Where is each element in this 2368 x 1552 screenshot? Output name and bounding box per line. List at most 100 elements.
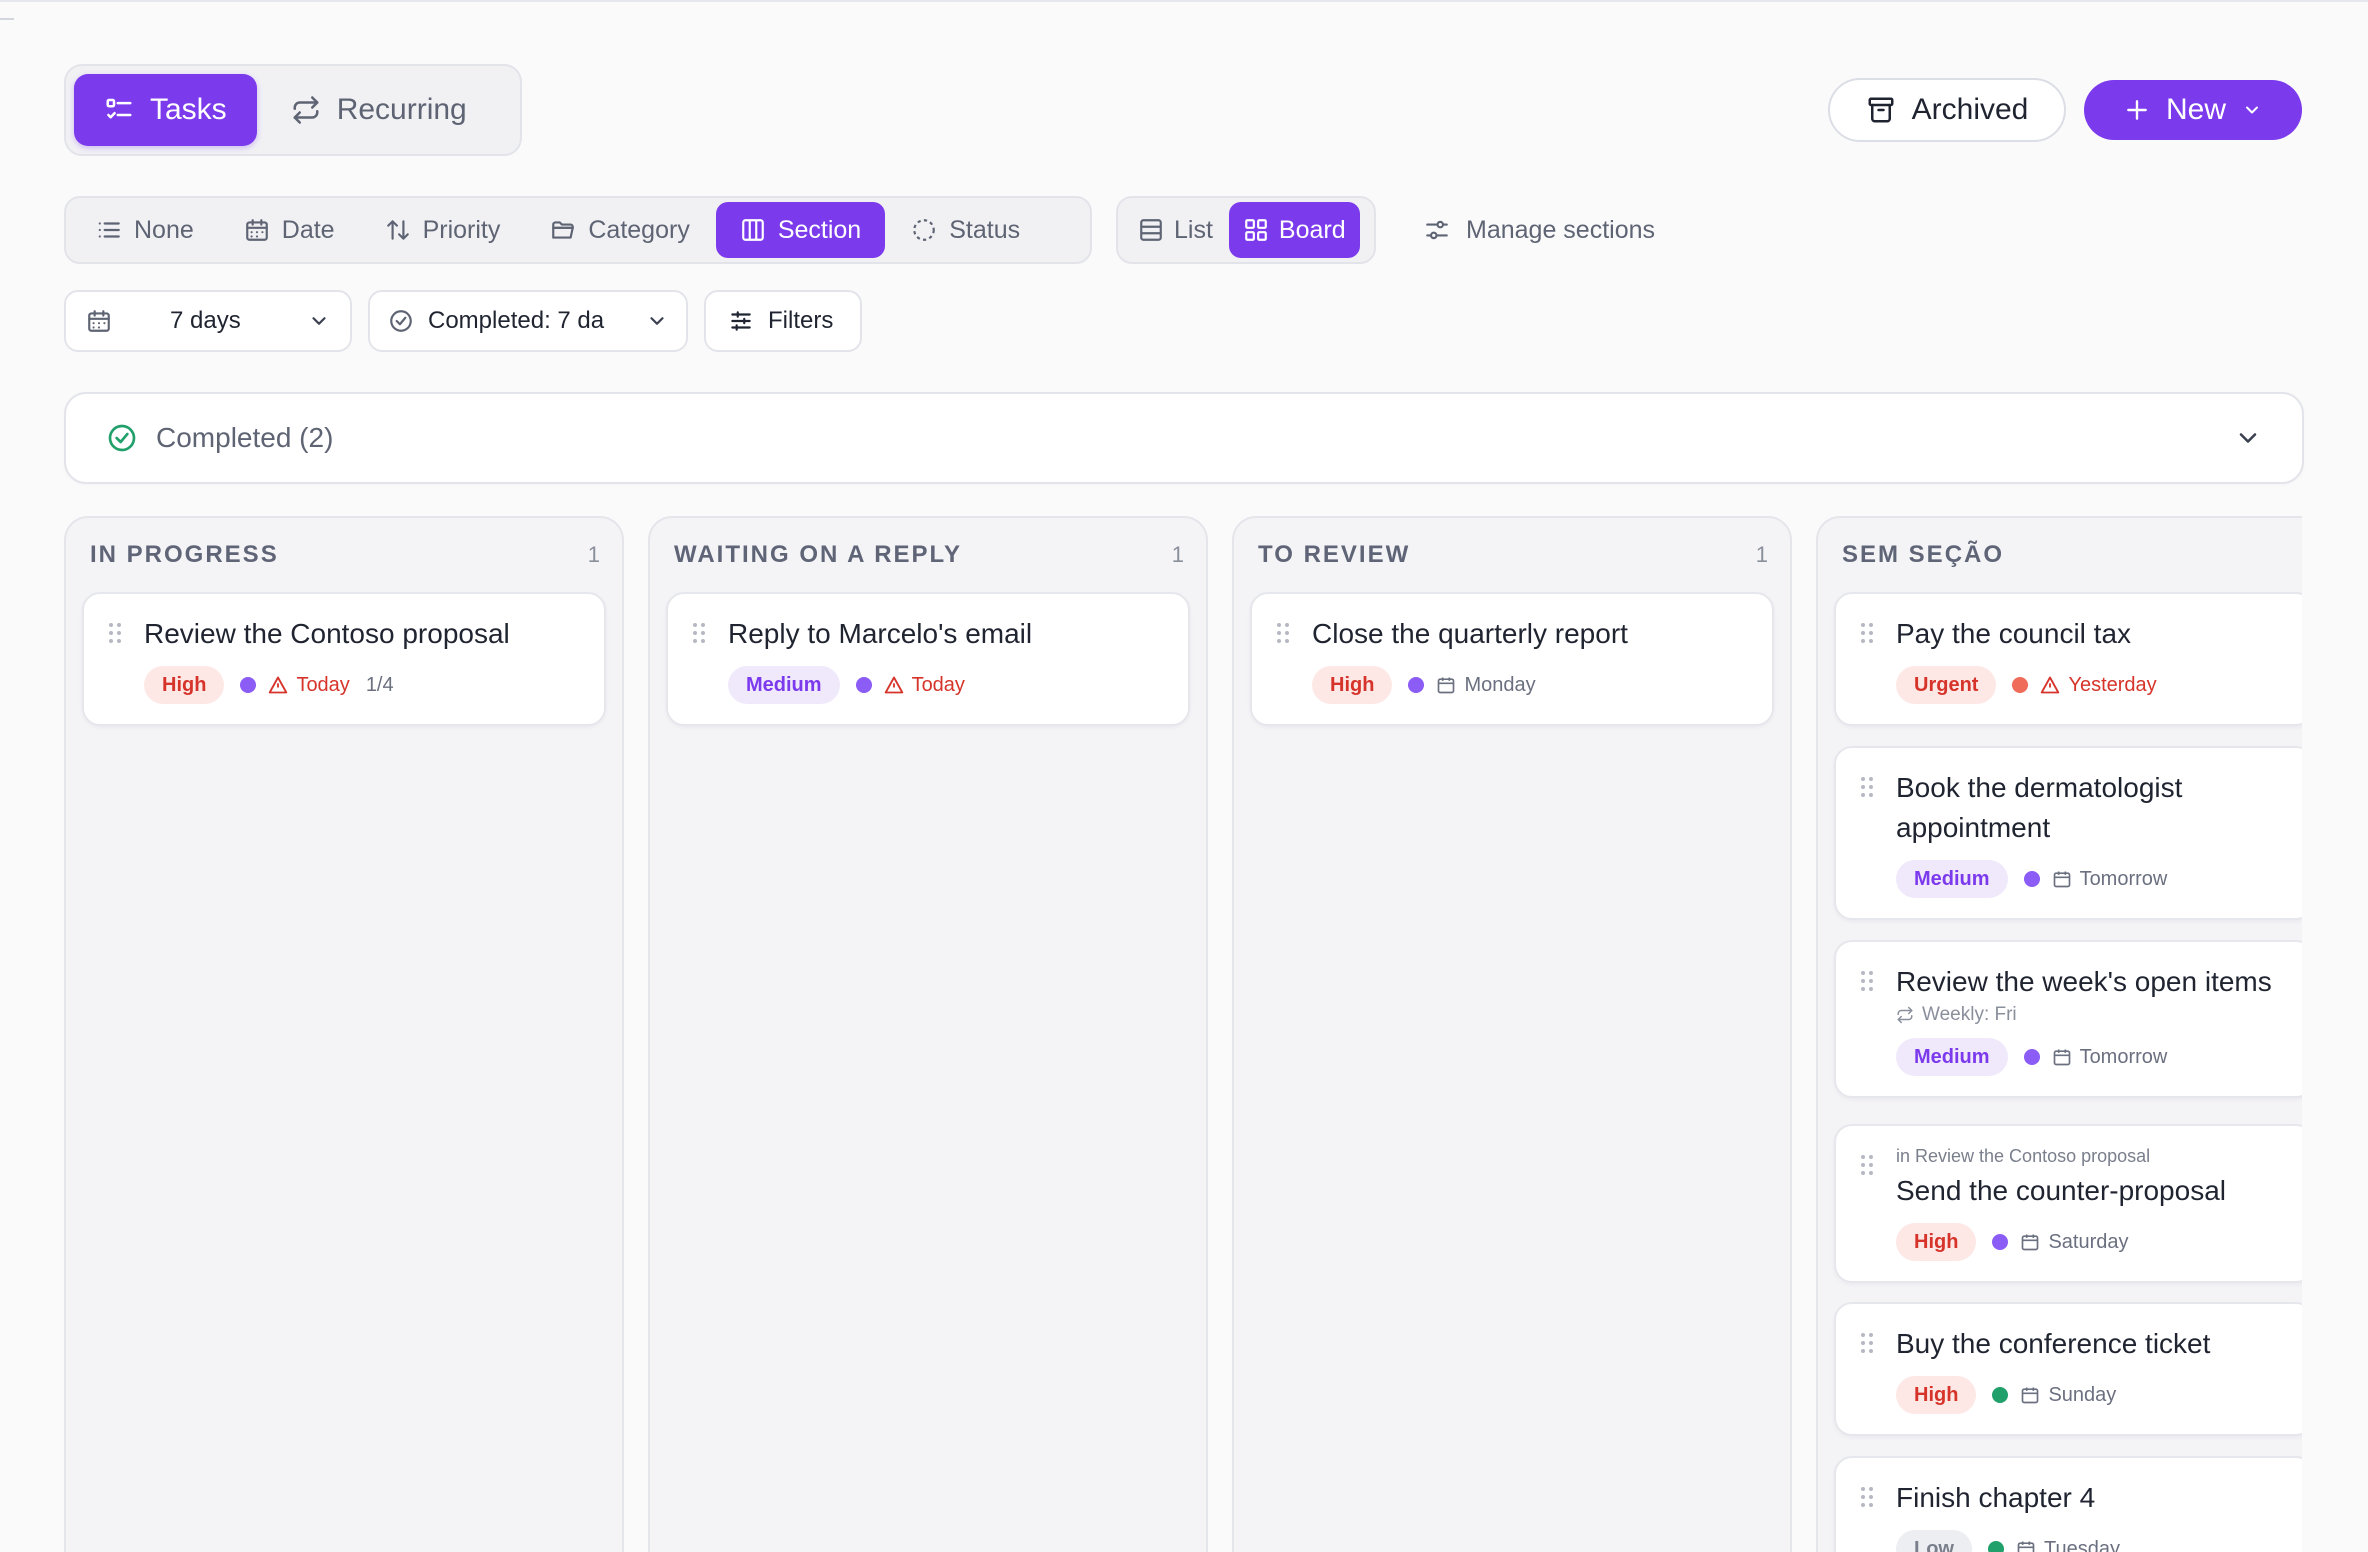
group-date-label: Date: [281, 215, 335, 244]
priority-badge: Medium: [1896, 1038, 2008, 1076]
category-dot: [1992, 1387, 2009, 1403]
chevron-down-icon: [312, 317, 326, 325]
repeat-icon: [1897, 1006, 1913, 1024]
task-title: Send the counter-proposal: [1896, 1175, 2226, 1206]
drag-handle-icon[interactable]: [1860, 776, 1874, 798]
group-section-label: Section: [777, 215, 862, 244]
view-list[interactable]: List: [1124, 202, 1227, 258]
board-column-sem-secao: SEM SEÇÃO Pay the council tax Urgent Yes…: [1816, 516, 2302, 1552]
category-dot: [1992, 1234, 2009, 1250]
due-date-label: Today: [911, 673, 965, 696]
due-date-label: Today: [296, 673, 350, 696]
calendar-icon: [1438, 677, 1455, 694]
warning-icon: [2041, 676, 2060, 694]
task-card[interactable]: Review the Contoso proposal High Today 1…: [82, 592, 606, 726]
due-date: Sunday: [2020, 1384, 2116, 1407]
task-title: Close the quarterly report: [1312, 618, 1628, 649]
archive-icon: [1868, 97, 1894, 123]
corner-mark: [0, 18, 14, 20]
column-header: WAITING ON A REPLY 1: [650, 518, 1206, 592]
task-title: Buy the conference ticket: [1896, 1328, 2211, 1359]
list-view-icon: [1140, 219, 1162, 241]
task-card[interactable]: Reply to Marcelo's email Medium Today: [666, 592, 1190, 726]
priority-badge: Medium: [1896, 860, 2008, 898]
date-range-select[interactable]: 7 days: [64, 290, 352, 352]
columns-icon: [741, 219, 764, 241]
group-by-control: None Date Priority Category Section Stat…: [64, 196, 1092, 264]
completed-range-value: Completed: 7 da: [428, 307, 605, 334]
top-border: [0, 0, 2368, 2]
drag-handle-icon[interactable]: [1860, 1486, 1874, 1508]
task-title: Review the Contoso proposal: [144, 618, 510, 649]
due-date-label: Tomorrow: [2079, 867, 2168, 890]
column-count: 1: [587, 542, 600, 567]
drag-handle-icon[interactable]: [692, 622, 706, 644]
category-dot: [1988, 1541, 2004, 1552]
group-date[interactable]: Date: [220, 202, 359, 258]
drag-handle-icon[interactable]: [1860, 970, 1874, 992]
due-date: Tomorrow: [2052, 1046, 2167, 1069]
column-count: 1: [1171, 542, 1184, 567]
due-date: Tuesday: [2016, 1538, 2120, 1552]
new-button[interactable]: New: [2084, 80, 2302, 140]
category-dot: [240, 677, 257, 693]
manage-sections-label: Manage sections: [1466, 215, 1656, 244]
calendar-icon: [2022, 1387, 2039, 1404]
filters-button[interactable]: Filters: [704, 290, 862, 352]
mode-switch: Tasks Recurring: [64, 64, 522, 156]
group-section[interactable]: Section: [715, 202, 886, 258]
drag-handle-icon[interactable]: [1860, 1332, 1874, 1354]
group-priority[interactable]: Priority: [361, 202, 525, 258]
due-date: Yesterday: [2040, 674, 2157, 697]
drag-handle-icon[interactable]: [1276, 622, 1290, 644]
calendar-icon: [2017, 1541, 2035, 1552]
drag-handle-icon[interactable]: [1860, 622, 1874, 644]
calendar-icon: [88, 310, 110, 332]
task-card[interactable]: Pay the council tax Urgent Yesterday: [1834, 592, 2302, 726]
manage-sections-button[interactable]: Manage sections: [1424, 210, 1655, 250]
date-range-value: 7 days: [170, 307, 241, 334]
task-meta: High Saturday: [1896, 1223, 2302, 1261]
drag-handle-icon[interactable]: [1860, 1154, 1874, 1176]
group-none[interactable]: None: [72, 202, 218, 258]
view-board[interactable]: Board: [1228, 202, 1360, 258]
due-date-label: Monday: [1464, 673, 1536, 696]
filter-sliders-icon: [731, 311, 751, 331]
category-dot: [1408, 677, 1425, 693]
chevron-down-icon: [2246, 106, 2258, 114]
task-card[interactable]: Buy the conference ticket High Sunday: [1834, 1302, 2302, 1436]
calendar-icon: [2053, 1049, 2070, 1066]
status-circle-icon: [913, 219, 936, 241]
drag-handle-icon[interactable]: [108, 622, 122, 644]
warning-icon: [884, 676, 903, 694]
task-title: Finish chapter 4: [1896, 1482, 2096, 1513]
board-column-in-progress: IN PROGRESS 1 Review the Contoso proposa…: [64, 516, 624, 1552]
warning-icon: [269, 676, 288, 694]
group-status[interactable]: Status: [887, 202, 1044, 258]
chevron-down-icon: [2239, 433, 2257, 443]
column-title: TO REVIEW: [1258, 541, 1411, 568]
completed-section-toggle[interactable]: Completed (2): [64, 392, 2304, 484]
task-card[interactable]: Book the dermatologist appointment Mediu…: [1834, 746, 2302, 920]
task-card[interactable]: Finish chapter 4 Low Tuesday: [1834, 1456, 2302, 1552]
due-date-label: Saturday: [2048, 1230, 2129, 1253]
repeat-icon: [293, 96, 319, 124]
priority-badge: High: [1312, 666, 1393, 704]
calendar-icon: [2022, 1234, 2039, 1251]
priority-badge: High: [144, 666, 225, 704]
task-card[interactable]: in Review the Contoso proposal Send the …: [1834, 1124, 2302, 1283]
board-grid-icon: [1245, 219, 1267, 241]
task-meta: High Today 1/4: [144, 666, 584, 704]
tab-tasks[interactable]: Tasks: [74, 74, 257, 146]
tab-recurring[interactable]: Recurring: [261, 74, 497, 146]
group-category-label: Category: [588, 215, 690, 244]
archived-button[interactable]: Archived: [1828, 78, 2066, 142]
task-card[interactable]: Review the week's open items Weekly: Fri…: [1834, 940, 2302, 1098]
calendar-icon: [2053, 871, 2070, 888]
task-meta: Urgent Yesterday: [1896, 666, 2302, 704]
completed-range-select[interactable]: Completed: 7 da: [368, 290, 688, 352]
group-category[interactable]: Category: [526, 202, 713, 258]
task-card[interactable]: Close the quarterly report High Monday: [1250, 592, 1774, 726]
check-circle-icon: [390, 310, 412, 332]
column-header: SEM SEÇÃO: [1818, 518, 2302, 592]
